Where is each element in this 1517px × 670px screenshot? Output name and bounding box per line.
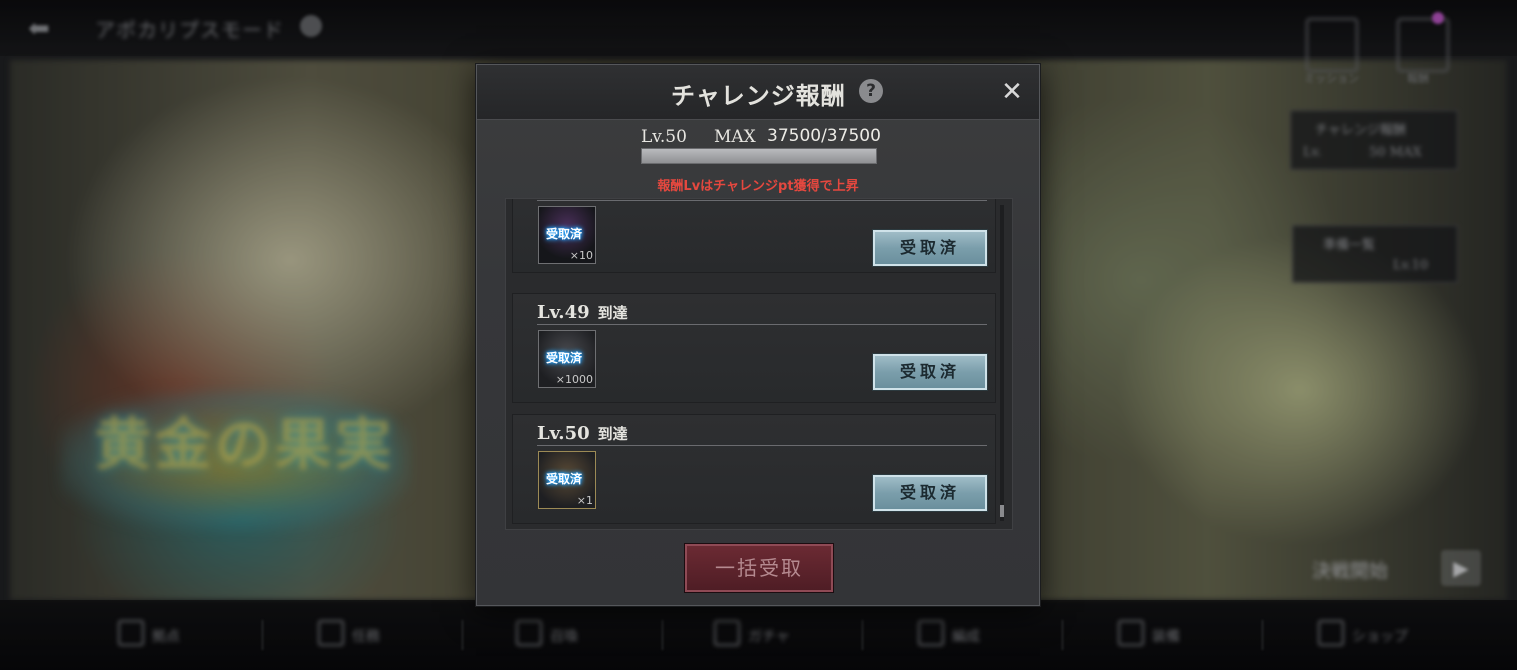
help-icon[interactable]: ? [859,79,883,103]
claimed-button[interactable]: 受取済 [873,354,987,390]
level-progress-bar [641,148,877,164]
hammer-icon[interactable]: 受取済 ×1000 [538,330,596,388]
dialog-header: チャレンジ報酬 ? ✕ [477,65,1039,120]
reward-level-heading: Lv.49 到達 [537,302,628,323]
reward-level-heading: Lv.50 到達 [537,423,628,444]
challenge-points: 37500/37500 [767,126,881,146]
reward-level: Lv.49 [537,302,590,323]
orb-icon[interactable]: 受取済 ×10 [538,206,596,264]
claimed-button[interactable]: 受取済 [873,230,987,266]
row-divider [537,445,987,446]
reward-list[interactable]: 受取済 ×10 受取済 Lv.49 到達 受取済 ×1000 受取済 Lv.50 到… [505,198,1013,530]
claimed-stamp: 受取済 [546,351,583,365]
max-label: MAX [714,127,756,147]
level-hint: 報酬Lvはチャレンジpt獲得で上昇 [657,179,859,194]
ticket-icon[interactable]: 受取済 ×1 [538,451,596,509]
claimed-button[interactable]: 受取済 [873,475,987,511]
claim-all-button[interactable]: 一括受取 [685,544,833,592]
item-quantity: ×1 [576,494,593,507]
reward-level: Lv.50 [641,127,687,147]
progress-fill [642,149,876,163]
scrollbar[interactable] [1000,205,1004,521]
row-divider [537,200,987,201]
item-quantity: ×1000 [555,373,593,386]
reward-goal: 到達 [597,304,628,322]
item-quantity: ×10 [569,249,593,262]
claimed-stamp: 受取済 [546,472,583,486]
reward-level: Lv.50 [537,423,590,444]
reward-row: 受取済 ×10 受取済 [512,199,996,273]
row-divider [537,324,987,325]
claimed-stamp: 受取済 [546,227,583,241]
close-button[interactable]: ✕ [997,77,1027,107]
reward-row: Lv.49 到達 受取済 ×1000 受取済 [512,293,996,403]
reward-row: Lv.50 到達 受取済 ×1 受取済 [512,414,996,524]
scrollbar-thumb[interactable] [1000,505,1004,517]
reward-goal: 到達 [597,425,628,443]
challenge-reward-dialog: チャレンジ報酬 ? ✕ Lv.50 MAX 37500/37500 報酬Lvはチ… [476,64,1040,606]
dialog-title: チャレンジ報酬 [671,81,846,110]
